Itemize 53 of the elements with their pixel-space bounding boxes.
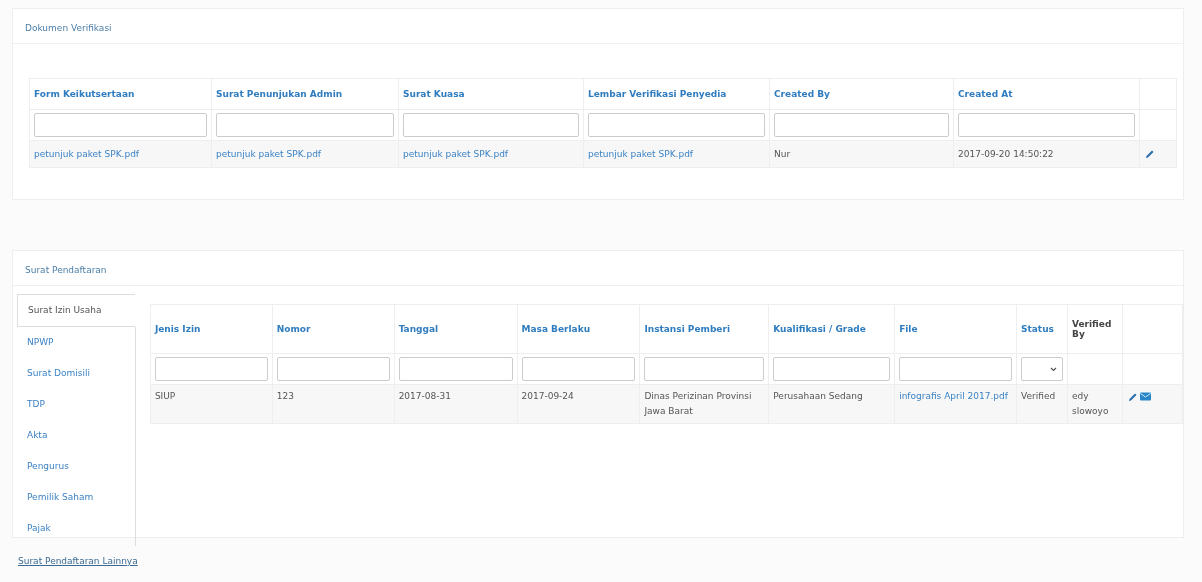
column-header[interactable]: Form Keikutsertaan: [34, 89, 135, 99]
column-header[interactable]: Kualifikasi / Grade: [773, 324, 866, 334]
table-cell: 2017-09-24: [521, 391, 574, 401]
table-cell: 2017-09-20 14:50:22: [958, 149, 1054, 159]
filter-field[interactable]: [403, 113, 579, 137]
column-header[interactable]: Surat Kuasa: [403, 89, 465, 99]
table-cell: Dinas Perizinan Provinsi Jawa Barat: [644, 391, 752, 416]
side-tab[interactable]: Pengurus: [17, 451, 135, 482]
file-link[interactable]: petunjuk paket SPK.pdf: [216, 149, 321, 159]
filter-field[interactable]: [398, 357, 513, 381]
table-cell: 2017-08-31: [398, 391, 451, 401]
filter-field[interactable]: [588, 113, 765, 137]
column-header[interactable]: Jenis Izin: [154, 324, 201, 334]
table-cell: SIUP: [154, 391, 176, 401]
side-tab[interactable]: Pajak: [17, 513, 135, 544]
filter-field[interactable]: [276, 357, 390, 381]
table-cell: Perusahaan Sedang: [773, 391, 863, 401]
pencil-icon[interactable]: [1128, 391, 1138, 402]
table-cell: Nur: [774, 149, 791, 159]
status-dropdown[interactable]: [1021, 357, 1063, 381]
side-tab[interactable]: NPWP: [17, 327, 135, 358]
filter-field[interactable]: [154, 357, 268, 381]
column-header[interactable]: Status: [1021, 324, 1054, 334]
section-title: Dokumen Verifikasi: [13, 9, 1183, 44]
filter-field[interactable]: [216, 113, 394, 137]
filter-field[interactable]: [899, 357, 1012, 381]
column-header[interactable]: Nomor: [276, 324, 311, 334]
filter-field[interactable]: [774, 113, 949, 137]
column-header[interactable]: Created At: [958, 89, 1013, 99]
side-tab[interactable]: Akta: [17, 420, 135, 451]
filter-field[interactable]: [34, 113, 207, 137]
column-header[interactable]: Created By: [774, 89, 830, 99]
filter-field[interactable]: [521, 357, 636, 381]
pencil-icon[interactable]: [1145, 149, 1155, 160]
filter-field[interactable]: [773, 357, 891, 381]
section-link[interactable]: Surat Pendaftaran Lainnya: [18, 556, 138, 566]
section-title: Surat Pendaftaran: [13, 251, 1183, 286]
filter-field[interactable]: [958, 113, 1135, 137]
column-header[interactable]: File: [899, 324, 918, 334]
filter-field[interactable]: [644, 357, 765, 381]
envelope-icon[interactable]: [1140, 392, 1151, 401]
side-tab[interactable]: Pemilik Saham: [17, 482, 135, 513]
side-tab[interactable]: Surat Domisili: [17, 358, 135, 389]
column-header[interactable]: Tanggal: [398, 324, 439, 334]
chevron-icon: [1050, 366, 1057, 372]
table-cell: Verified: [1021, 391, 1056, 401]
table-cell: edy slowoyo: [1072, 391, 1109, 416]
column-header[interactable]: Masa Berlaku: [521, 324, 591, 334]
column-header: Verified By: [1072, 319, 1112, 339]
side-tab[interactable]: TDP: [17, 389, 135, 420]
side-tab[interactable]: Surat Izin Usaha: [17, 294, 135, 327]
column-header[interactable]: Instansi Pemberi: [644, 324, 730, 334]
table-cell: 123: [276, 391, 294, 401]
